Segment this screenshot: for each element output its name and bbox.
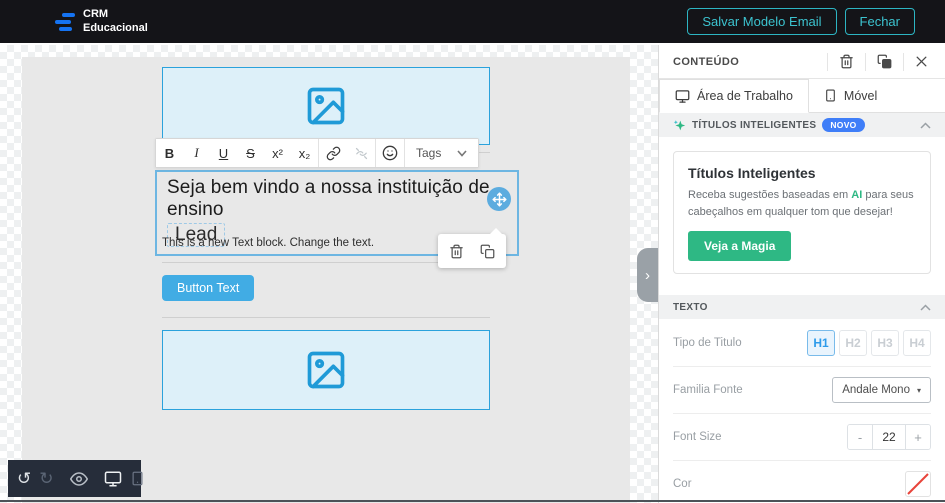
text-format-toolbar: B I U S x² x₂ Tags xyxy=(155,138,480,168)
font-family-value: Andale Mono xyxy=(842,384,910,397)
heading-h2-button[interactable]: H2 xyxy=(839,329,867,356)
font-size-increase-button[interactable]: + xyxy=(906,425,930,450)
tab-area-de-trabalho[interactable]: Área de Trabalho xyxy=(659,79,809,113)
section-title: TÍTULOS INTELIGENTES xyxy=(692,119,817,131)
tab-movel[interactable]: Móvel xyxy=(809,79,892,112)
bold-button[interactable]: B xyxy=(156,139,183,167)
chevron-up-icon xyxy=(920,304,931,311)
font-family-row: Familia Fonte Andale Mono ▾ xyxy=(673,366,931,413)
content-sidebar: CONTEÚDO Área de Trabalho Móvel TÍTULOS … xyxy=(658,45,945,503)
heading-type-row: Tipo de Titulo H1 H2 H3 H4 xyxy=(673,319,931,366)
crm-educacional-logo: CRM Educacional xyxy=(55,8,148,34)
block-actions-popover xyxy=(438,228,506,268)
heading-text: Seja bem vindo a nossa instituição de en… xyxy=(167,177,490,220)
heading-h4-button[interactable]: H4 xyxy=(903,329,931,356)
text-block-hint[interactable]: This is a new Text block. Change the tex… xyxy=(162,237,374,249)
sidebar-tabs: Área de Trabalho Móvel xyxy=(659,79,945,113)
app-window: CRM Educacional Salvar Modelo Email Fech… xyxy=(0,0,945,503)
strikethrough-button[interactable]: S xyxy=(237,139,264,167)
chevron-down-icon: ▾ xyxy=(916,385,921,395)
email-body-canvas[interactable]: B I U S x² x₂ Tags Seja bem vindo a noss… xyxy=(22,57,630,503)
font-size-value[interactable]: 22 xyxy=(872,425,906,450)
preview-eye-icon[interactable] xyxy=(69,470,88,488)
block-divider xyxy=(162,317,490,318)
font-size-stepper: - 22 + xyxy=(847,424,931,451)
tab-label: Área de Trabalho xyxy=(697,89,793,103)
color-row: Cor xyxy=(673,460,931,503)
sparkle-icon xyxy=(673,119,686,132)
ai-highlight: AI xyxy=(851,189,863,201)
chevron-down-icon xyxy=(457,149,467,157)
superscript-button[interactable]: x² xyxy=(264,139,291,167)
undo-icon[interactable]: ↺ xyxy=(17,470,31,487)
desktop-icon xyxy=(675,89,690,104)
close-panel-icon[interactable] xyxy=(903,52,939,71)
tags-dropdown[interactable]: Tags xyxy=(405,139,479,167)
canvas-footer-toolbar: ↺ ↻ xyxy=(8,460,142,497)
font-size-label: Font Size xyxy=(673,431,722,444)
font-size-row: Font Size - 22 + xyxy=(673,413,931,460)
chevron-up-icon xyxy=(920,121,931,129)
desktop-view-icon[interactable] xyxy=(104,470,122,488)
emoji-button[interactable] xyxy=(376,139,404,167)
tags-label: Tags xyxy=(416,146,442,160)
mobile-view-icon[interactable] xyxy=(130,471,145,486)
sidebar-collapse-handle[interactable]: › xyxy=(637,248,658,302)
card-title: Títulos Inteligentes xyxy=(688,165,816,181)
heading-h3-button[interactable]: H3 xyxy=(871,329,899,356)
window-bottom-edge xyxy=(0,500,945,502)
redo-icon[interactable]: ↻ xyxy=(39,470,53,487)
link-button[interactable] xyxy=(319,139,347,167)
subscript-button[interactable]: x₂ xyxy=(291,139,318,167)
smart-titles-section-header[interactable]: TÍTULOS INTELIGENTES NOVO xyxy=(659,113,945,137)
delete-element-icon[interactable] xyxy=(827,52,865,71)
logo-text: CRM Educacional xyxy=(83,8,148,34)
texto-section-header[interactable]: TEXTO xyxy=(659,295,945,320)
image-block-placeholder[interactable] xyxy=(162,67,490,145)
desc-text: Receba sugestões baseadas em xyxy=(688,189,852,201)
smart-titles-card: Títulos Inteligentes Receba sugestões ba… xyxy=(673,151,931,275)
color-label: Cor xyxy=(673,478,692,491)
veja-a-magia-button[interactable]: Veja a Magia xyxy=(688,231,792,262)
delete-block-icon[interactable] xyxy=(449,244,464,259)
image-icon xyxy=(304,84,348,128)
move-arrows-icon xyxy=(492,192,507,207)
heading-type-label: Tipo de Titulo xyxy=(673,336,742,349)
image-icon xyxy=(304,348,348,392)
sidebar-title: CONTEÚDO xyxy=(673,55,740,68)
topbar: CRM Educacional Salvar Modelo Email Fech… xyxy=(0,0,945,43)
section-title: TEXTO xyxy=(673,301,708,313)
block-drag-handle[interactable] xyxy=(487,187,511,211)
duplicate-block-icon[interactable] xyxy=(480,244,495,259)
card-description: Receba sugestões baseadas em AI para seu… xyxy=(688,187,916,221)
mobile-icon xyxy=(824,89,837,102)
editor-canvas: B I U S x² x₂ Tags Seja bem vindo a noss… xyxy=(0,45,658,503)
novo-badge: NOVO xyxy=(822,118,865,132)
close-editor-button[interactable]: Fechar xyxy=(844,8,915,35)
sidebar-header: CONTEÚDO xyxy=(659,45,945,79)
font-family-label: Familia Fonte xyxy=(673,384,743,397)
heading-h1-button[interactable]: H1 xyxy=(807,329,835,356)
unlink-button[interactable] xyxy=(347,139,375,167)
button-block[interactable]: Button Text xyxy=(162,275,255,301)
color-picker-swatch[interactable] xyxy=(905,471,931,498)
logo-icon xyxy=(55,12,75,31)
font-family-dropdown[interactable]: Andale Mono ▾ xyxy=(832,377,931,404)
duplicate-element-icon[interactable] xyxy=(865,52,903,71)
save-email-template-button[interactable]: Salvar Modelo Email xyxy=(687,8,837,35)
logo-line1: CRM xyxy=(83,8,109,21)
tab-label: Móvel xyxy=(843,88,878,103)
image-block-placeholder[interactable] xyxy=(162,330,490,410)
underline-button[interactable]: U xyxy=(210,139,237,167)
font-size-decrease-button[interactable]: - xyxy=(848,425,872,450)
italic-button[interactable]: I xyxy=(183,139,210,167)
logo-line2: Educacional xyxy=(83,21,148,34)
